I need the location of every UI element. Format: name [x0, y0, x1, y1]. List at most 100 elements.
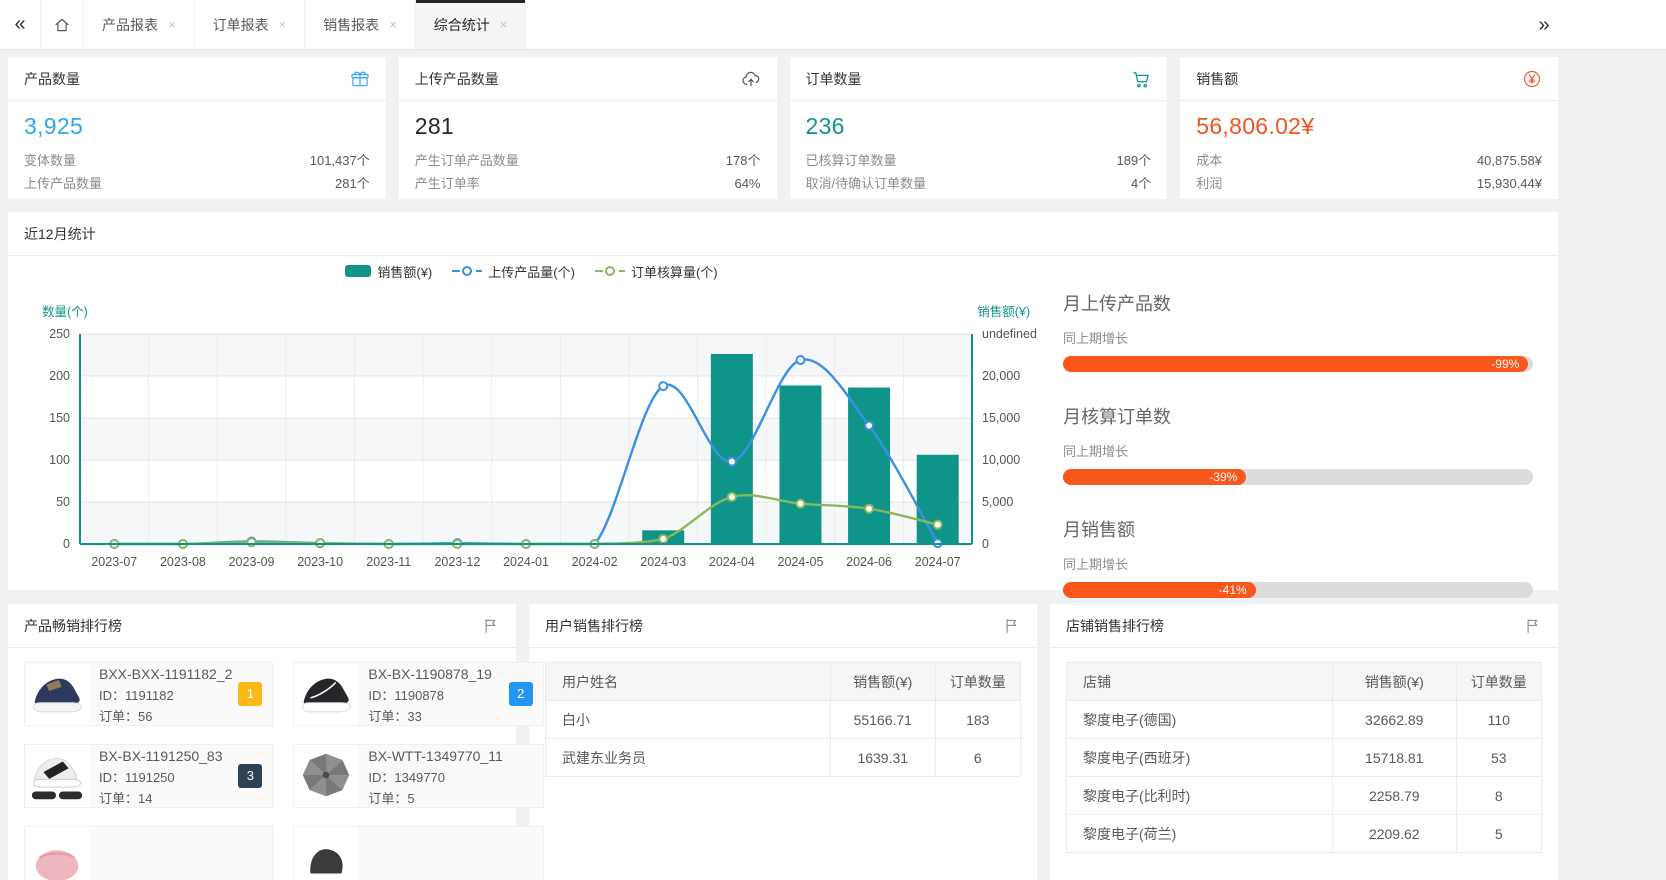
product-rank-item-6[interactable] — [293, 826, 543, 880]
stat-line-label: 利润 — [1196, 172, 1222, 195]
tab-订单报表[interactable]: 订单报表 × — [195, 0, 306, 49]
growth-progress-fill: -99% — [1063, 356, 1528, 372]
row-value: 55166.71 — [831, 701, 936, 739]
stat-card-title: 销售额 — [1196, 69, 1238, 89]
table-header-row: 用户姓名销售额(¥)订单数量 — [546, 663, 1021, 701]
row-value: 6 — [935, 739, 1021, 777]
svg-text:15,000: 15,000 — [982, 411, 1020, 425]
user-rank-title: 用户销售排行榜 — [545, 616, 643, 636]
rank-badge: 2 — [509, 682, 533, 706]
growth-progress-track: -39% — [1063, 469, 1533, 485]
row-value: 183 — [935, 701, 1021, 739]
tab-label: 订单报表 — [213, 15, 269, 35]
svg-text:50: 50 — [56, 495, 70, 509]
yen-icon-wrap — [1522, 69, 1542, 89]
tab-label: 销售报表 — [323, 15, 379, 35]
flag-icon[interactable] — [1003, 617, 1021, 635]
growth-panels: 月上传产品数同上期增长-99%月核算订单数同上期增长-39%月销售额同上期增长-… — [1039, 256, 1542, 629]
legend-label: 销售额(¥) — [377, 262, 432, 281]
close-tab-icon[interactable]: × — [500, 17, 508, 32]
pink-item-image — [28, 831, 86, 880]
product-rank-item-2[interactable]: BX-BX-1190878_19ID：1190878订单：332 — [293, 662, 543, 726]
tab-销售报表[interactable]: 销售报表 × — [305, 0, 416, 49]
growth-panel-subtitle: 同上期增长 — [1063, 441, 1542, 460]
svg-text:2023-11: 2023-11 — [366, 555, 411, 569]
flag-icon — [1524, 617, 1542, 635]
tab-label: 产品报表 — [102, 15, 158, 35]
close-tab-icon[interactable]: × — [168, 17, 176, 32]
gift-icon — [350, 69, 370, 89]
product-image — [25, 827, 89, 880]
svg-text:2024-06: 2024-06 — [846, 555, 892, 569]
black-sneaker-image — [297, 667, 355, 721]
svg-text:250: 250 — [49, 327, 70, 341]
gift-icon-wrap — [350, 69, 370, 89]
chart-legend: 销售额(¥) 上传产品量(个) 订单核算量(个) — [24, 256, 1039, 286]
row-name: 黎度电子(比利时) — [1067, 777, 1333, 815]
tab-bar: « 产品报表×订单报表×销售报表×综合统计× » — [0, 0, 1666, 50]
product-rank-item-1[interactable]: BXX-BXX-1191182_2ID：1191182订单：561 — [24, 662, 273, 726]
stat-line-label: 上传产品数量 — [24, 172, 102, 195]
svg-text:2023-07: 2023-07 — [91, 555, 137, 569]
svg-text:0: 0 — [63, 537, 70, 551]
combo-chart: 00505,00010010,00015015,00020020,000250u… — [24, 286, 1039, 595]
product-rank-item-3[interactable]: BX-BX-1191250_83ID：1191250订单：143 — [24, 744, 273, 808]
stat-line-value: 40,875.58¥ — [1477, 149, 1542, 172]
table-row: 黎度电子(比利时)2258.798 — [1067, 777, 1542, 815]
legend-marker — [345, 264, 371, 278]
stat-line-value: 281个 — [335, 172, 370, 195]
collapse-tabs-icon[interactable]: « — [0, 0, 40, 49]
legend-item-订单核算量(个)[interactable]: 订单核算量(个) — [595, 262, 718, 281]
column-header: 销售额(¥) — [1333, 663, 1457, 701]
tab-产品报表[interactable]: 产品报表 × — [84, 0, 195, 49]
product-rank-item-5[interactable] — [24, 826, 273, 880]
product-rank-item-4[interactable]: BX-WTT-1349770_11ID：1349770订单：5 — [293, 744, 543, 808]
legend-item-销售额(¥)[interactable]: 销售额(¥) — [345, 262, 432, 281]
row-name: 武建东业务员 — [546, 739, 831, 777]
expand-tabs-icon[interactable]: » — [1524, 0, 1564, 50]
close-tab-icon[interactable]: × — [279, 17, 287, 32]
home-tab[interactable] — [40, 0, 84, 49]
svg-text:undefined: undefined — [982, 327, 1037, 341]
growth-panel-title: 月销售额 — [1063, 516, 1542, 542]
yen-icon — [1522, 69, 1542, 89]
stat-line: 利润 15,930.44¥ — [1196, 172, 1542, 195]
flag-icon — [1003, 617, 1021, 635]
column-header: 订单数量 — [935, 663, 1021, 701]
product-id: ID：1191182 — [99, 685, 232, 706]
store-rank-card: 店铺销售排行榜 店铺销售额(¥)订单数量黎度电子(德国)32662.89110黎… — [1050, 604, 1558, 880]
stat-card-销售额: 销售额56,806.02¥成本40,875.58¥利润15,930.44¥ — [1180, 57, 1558, 199]
svg-text:2024-02: 2024-02 — [572, 555, 618, 569]
svg-text:数量(个): 数量(个) — [42, 304, 88, 319]
chart-card-title: 近12月统计 — [24, 224, 96, 244]
tab-综合统计[interactable]: 综合统计× — [416, 0, 527, 49]
stat-line-value: 189个 — [1117, 149, 1152, 172]
rank-badge: 3 — [238, 764, 262, 788]
column-header: 销售额(¥) — [831, 663, 936, 701]
flag-icon[interactable] — [482, 617, 500, 635]
growth-panel-月上传产品数: 月上传产品数同上期增长-99% — [1063, 290, 1542, 372]
stat-line: 产生订单率64% — [415, 172, 761, 195]
column-header: 订单数量 — [1456, 663, 1542, 701]
stat-card-value: 3,925 — [24, 113, 370, 140]
stat-line: 上传产品数量 281个 — [24, 172, 370, 195]
table-row: 白小55166.71183 — [546, 701, 1021, 739]
row-value: 1639.31 — [831, 739, 936, 777]
row-value: 2258.79 — [1333, 777, 1457, 815]
svg-text:100: 100 — [49, 453, 70, 467]
product-sku: BX-WTT-1349770_11 — [368, 746, 502, 767]
stat-cards-row: 产品数量3,925变体数量101,437个上传产品数量281个上传产品数量281… — [8, 57, 1558, 199]
product-id: ID：1190878 — [368, 685, 492, 706]
legend-marker — [452, 264, 482, 278]
svg-text:2024-01: 2024-01 — [503, 555, 549, 569]
table-row: 黎度电子(德国)32662.89110 — [1067, 701, 1542, 739]
stat-line-value: 178个 — [726, 149, 761, 172]
user-sales-table: 用户姓名销售额(¥)订单数量白小55166.71183武建东业务员1639.31… — [545, 662, 1021, 777]
legend-item-上传产品量(个)[interactable]: 上传产品量(个) — [452, 262, 575, 281]
stat-line-value: 4个 — [1131, 172, 1151, 195]
stat-line-label: 成本 — [1196, 149, 1222, 172]
svg-text:0: 0 — [982, 537, 989, 551]
stat-line-value: 15,930.44¥ — [1477, 172, 1542, 195]
close-tab-icon[interactable]: × — [389, 17, 397, 32]
flag-icon[interactable] — [1524, 617, 1542, 635]
